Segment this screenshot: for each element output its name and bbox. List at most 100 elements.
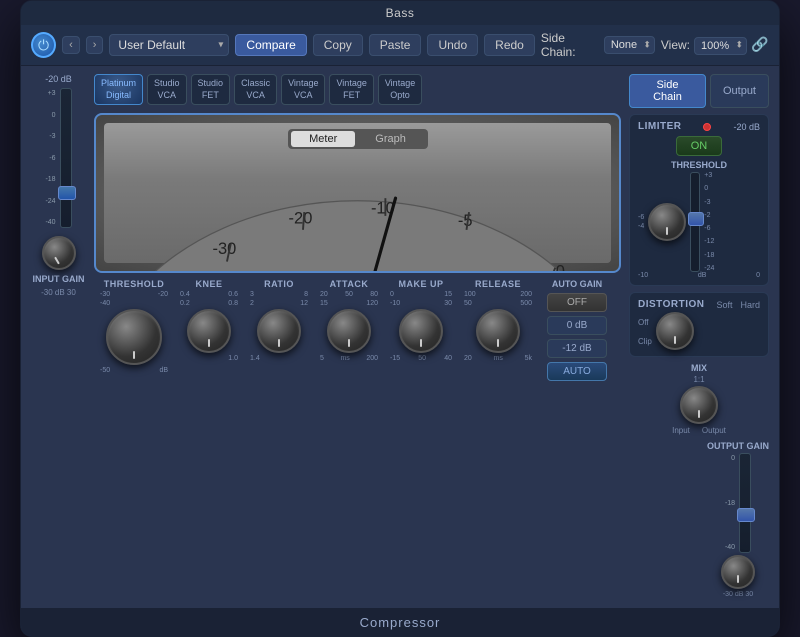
distortion-controls: Off Clip — [638, 312, 760, 350]
tab-vintage-opto[interactable]: Vintage Opto — [378, 74, 422, 105]
main-content: -20 dB +3 0 -3 -6 -18 -24 -40 — [21, 66, 779, 608]
knee-knob[interactable] — [187, 309, 231, 353]
limiter-threshold-knob[interactable] — [648, 203, 686, 241]
output-view-btn[interactable]: Output — [710, 74, 769, 108]
ratio-section: RATIO 38 212 1.4 — [249, 279, 309, 362]
side-chain-select[interactable]: None — [604, 36, 655, 54]
limiter-on-btn[interactable]: ON — [676, 136, 723, 156]
toolbar: ⏻ ‹ › User Default Compare Copy Paste Un… — [21, 25, 779, 66]
mix-input-label: Input — [672, 426, 690, 435]
side-chain-label: Side Chain: — [541, 31, 598, 59]
auto-gain-label: AUTO GAIN — [552, 279, 602, 289]
auto-gain-0db-btn[interactable]: 0 dB — [547, 316, 607, 335]
tab-platinum-digital[interactable]: Platinum Digital — [94, 74, 143, 105]
threshold-knob[interactable] — [106, 309, 162, 365]
limiter-title: LIMITER — [638, 121, 682, 132]
mix-knob[interactable] — [680, 386, 718, 424]
input-gain-db-label: -20 dB — [45, 74, 72, 84]
output-gain-scale: -30 dB 30 — [723, 591, 753, 598]
makeup-label: MAKE UP — [398, 279, 443, 289]
release-label: RELEASE — [475, 279, 521, 289]
output-gain-label: OUTPUT GAIN — [707, 441, 769, 451]
distortion-knob[interactable] — [656, 312, 694, 350]
mix-label: MIX — [691, 363, 707, 373]
ratio-label: RATIO — [264, 279, 294, 289]
view-select[interactable]: 100% — [694, 37, 747, 55]
undo-button[interactable]: Undo — [427, 34, 478, 56]
side-chain-view-btn[interactable]: Side Chain — [629, 74, 706, 108]
attack-section: ATTACK 205080 15120 5ms200 — [319, 279, 379, 362]
input-gain-knob[interactable] — [42, 236, 76, 270]
output-gain-knob[interactable] — [721, 555, 755, 589]
tab-vintage-fet[interactable]: Vintage FET — [329, 74, 373, 105]
input-gain-label: INPUT GAIN — [32, 274, 84, 284]
auto-gain-off-btn[interactable]: OFF — [547, 293, 607, 312]
input-gain-scale: -30 dB 30 — [41, 288, 76, 297]
power-button[interactable]: ⏻ — [31, 32, 56, 58]
vu-meter-svg: -50 -30 -20 -10 -5 0 — [104, 150, 611, 273]
limiter-header: LIMITER -20 dB — [638, 121, 760, 132]
nav-back-button[interactable]: ‹ — [62, 36, 80, 54]
input-gain-db-scale: +3 0 -3 -6 -18 -24 -40 — [45, 88, 55, 228]
preset-dropdown[interactable]: User Default — [109, 34, 229, 56]
svg-text:-30: -30 — [213, 240, 237, 258]
output-gain-db-scale: 0 -18 -40 — [725, 453, 735, 553]
attack-knob[interactable] — [327, 309, 371, 353]
svg-text:0: 0 — [556, 263, 565, 273]
nav-forward-button[interactable]: › — [86, 36, 104, 54]
view-label: View: — [661, 38, 690, 52]
knee-section: KNEE 0.40.6 0.20.8 1.0 — [179, 279, 239, 362]
auto-gain-section: AUTO GAIN OFF 0 dB -12 dB AUTO — [547, 279, 607, 381]
mix-output-label: Output — [702, 426, 726, 435]
off-clip-labels: Off Clip — [638, 318, 652, 346]
tab-studio-fet[interactable]: Studio FET — [191, 74, 231, 105]
meter-tab[interactable]: Meter — [291, 131, 355, 147]
compare-button[interactable]: Compare — [235, 34, 306, 56]
release-section: RELEASE 100200 50500 20ms5k — [463, 279, 533, 362]
attack-label: ATTACK — [330, 279, 369, 289]
view-area: View: 100% 🔗 — [661, 36, 769, 55]
threshold-right-label: THRESHOLD — [638, 160, 760, 170]
tab-classic-vca[interactable]: Classic VCA — [234, 74, 277, 105]
svg-text:-20: -20 — [289, 210, 313, 228]
tab-studio-vca[interactable]: Studio VCA — [147, 74, 187, 105]
threshold-scale-bot: -10dB0 — [638, 272, 760, 279]
window-title: Bass — [386, 6, 415, 20]
meter-display: Meter Graph — [94, 113, 621, 273]
auto-btn[interactable]: AUTO — [547, 362, 607, 381]
right-section: Side Chain Output LIMITER -20 dB ON THRE… — [629, 74, 769, 598]
soft-label: Soft — [716, 300, 732, 310]
auto-gain-12db-btn[interactable]: -12 dB — [547, 339, 607, 358]
limiter-indicator — [703, 123, 711, 131]
side-chain-area: Side Chain: None — [541, 31, 655, 59]
paste-button[interactable]: Paste — [369, 34, 422, 56]
output-gain-area: OUTPUT GAIN 0 -18 -40 -3 — [629, 441, 769, 598]
graph-tab[interactable]: Graph — [357, 131, 424, 147]
vu-meter-arc: -50 -30 -20 -10 -5 0 — [104, 150, 611, 273]
ratio-knob[interactable] — [257, 309, 301, 353]
distortion-header: DISTORTION Soft Hard — [638, 299, 760, 310]
redo-button[interactable]: Redo — [484, 34, 535, 56]
makeup-section: MAKE UP 015 -1030 -155040 — [389, 279, 453, 362]
output-gain-fader[interactable] — [739, 453, 751, 553]
knee-label: KNEE — [195, 279, 222, 289]
mix-section: MIX 1:1 Input Output — [629, 363, 769, 435]
tab-vintage-vca[interactable]: Vintage VCA — [281, 74, 325, 105]
plugin-window: Bass ⏻ ‹ › User Default Compare Copy Pas… — [20, 0, 780, 637]
output-gain-section: OUTPUT GAIN 0 -18 -40 -3 — [707, 441, 769, 598]
bottom-label: Compressor — [360, 615, 441, 630]
release-knob[interactable] — [476, 309, 520, 353]
makeup-knob[interactable] — [399, 309, 443, 353]
input-gain-section: -20 dB +3 0 -3 -6 -18 -24 -40 — [31, 74, 86, 598]
limiter-fader[interactable] — [690, 172, 700, 272]
input-gain-fader[interactable] — [60, 88, 72, 228]
link-icon[interactable]: 🔗 — [751, 36, 769, 54]
bottom-bar: Compressor — [21, 608, 779, 636]
center-section: Platinum Digital Studio VCA Studio FET C… — [94, 74, 621, 598]
view-buttons: Side Chain Output — [629, 74, 769, 108]
threshold-section: THRESHOLD -30-20 -40 -50dB — [99, 279, 169, 374]
meter-view-tabs: Meter Graph — [288, 129, 428, 149]
view-wrapper: 100% — [694, 36, 747, 55]
side-chain-wrapper: None — [604, 36, 655, 54]
copy-button[interactable]: Copy — [313, 34, 363, 56]
